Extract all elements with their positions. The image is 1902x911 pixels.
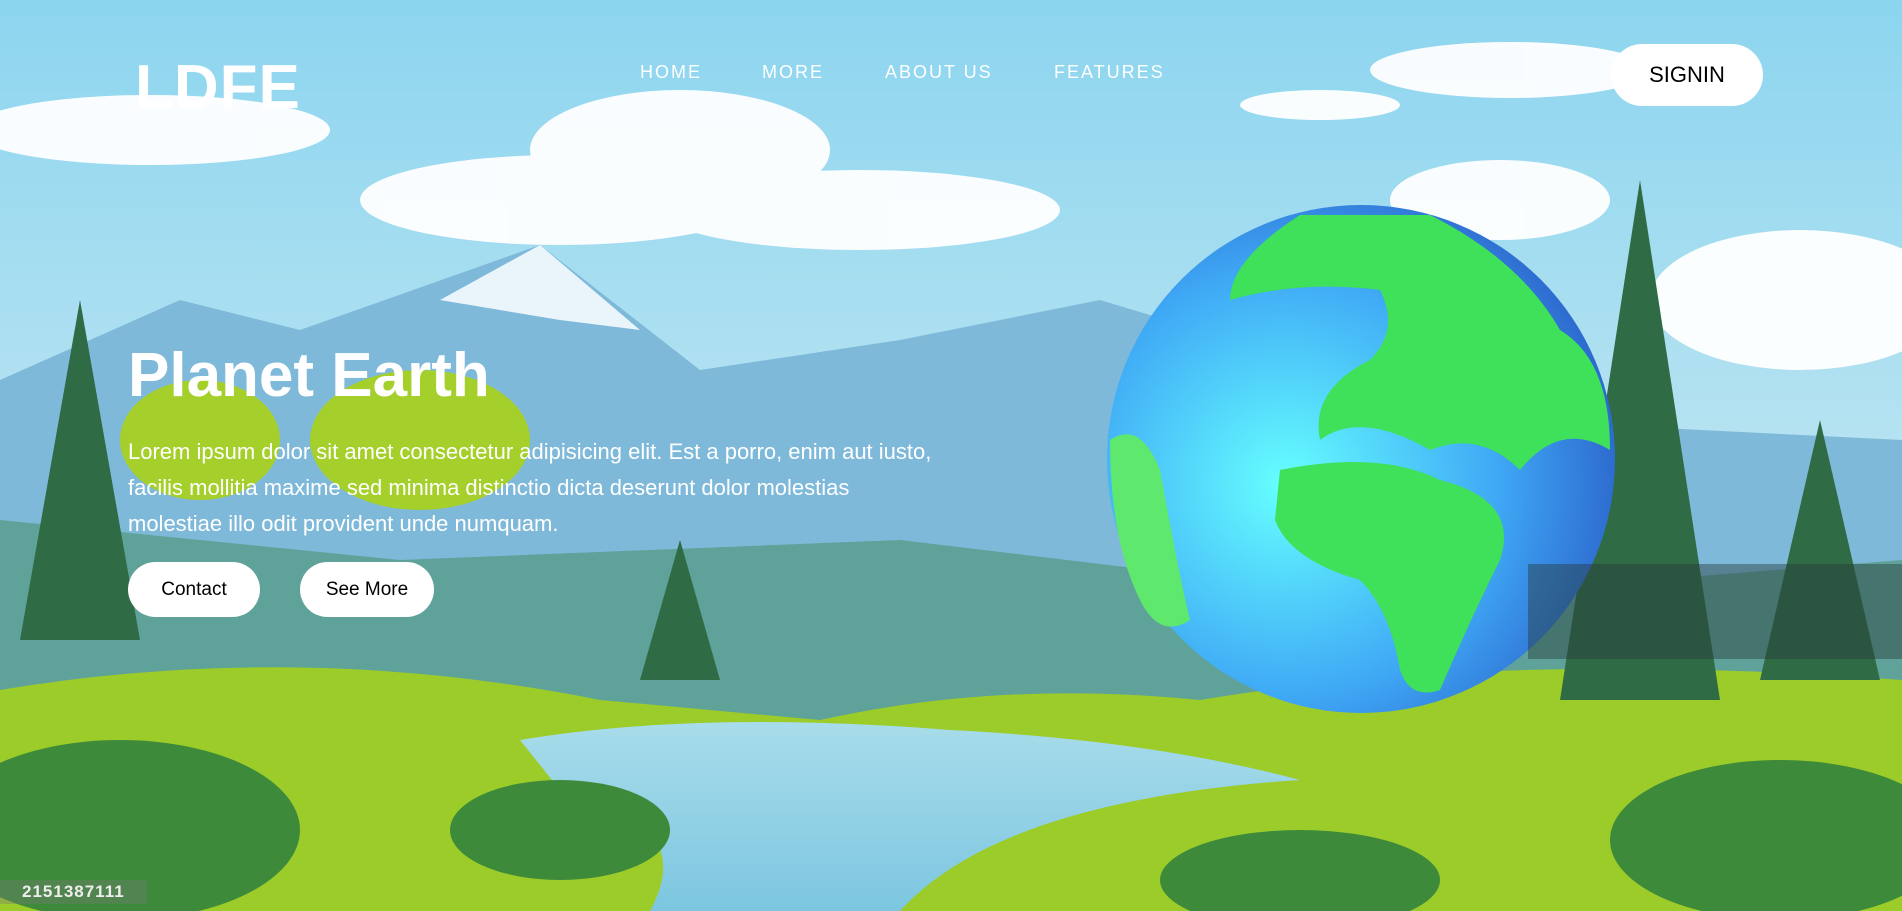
signin-button[interactable]: SIGNIN xyxy=(1611,44,1763,106)
hero-title: Planet Earth xyxy=(128,341,490,410)
nav-home[interactable]: HOME xyxy=(640,62,702,83)
logo[interactable]: LDFE xyxy=(135,52,301,123)
watermark-id: 2151387111 xyxy=(0,880,147,904)
nav-about-us[interactable]: ABOUT US xyxy=(885,62,993,83)
see-more-button[interactable]: See More xyxy=(300,562,434,617)
contact-button[interactable]: Contact xyxy=(128,562,260,617)
hero-description: Lorem ipsum dolor sit amet consectetur a… xyxy=(128,439,932,536)
nav-features[interactable]: FEATURES xyxy=(1054,62,1165,83)
decorative-band xyxy=(1528,564,1902,659)
nav-more[interactable]: MORE xyxy=(762,62,824,83)
